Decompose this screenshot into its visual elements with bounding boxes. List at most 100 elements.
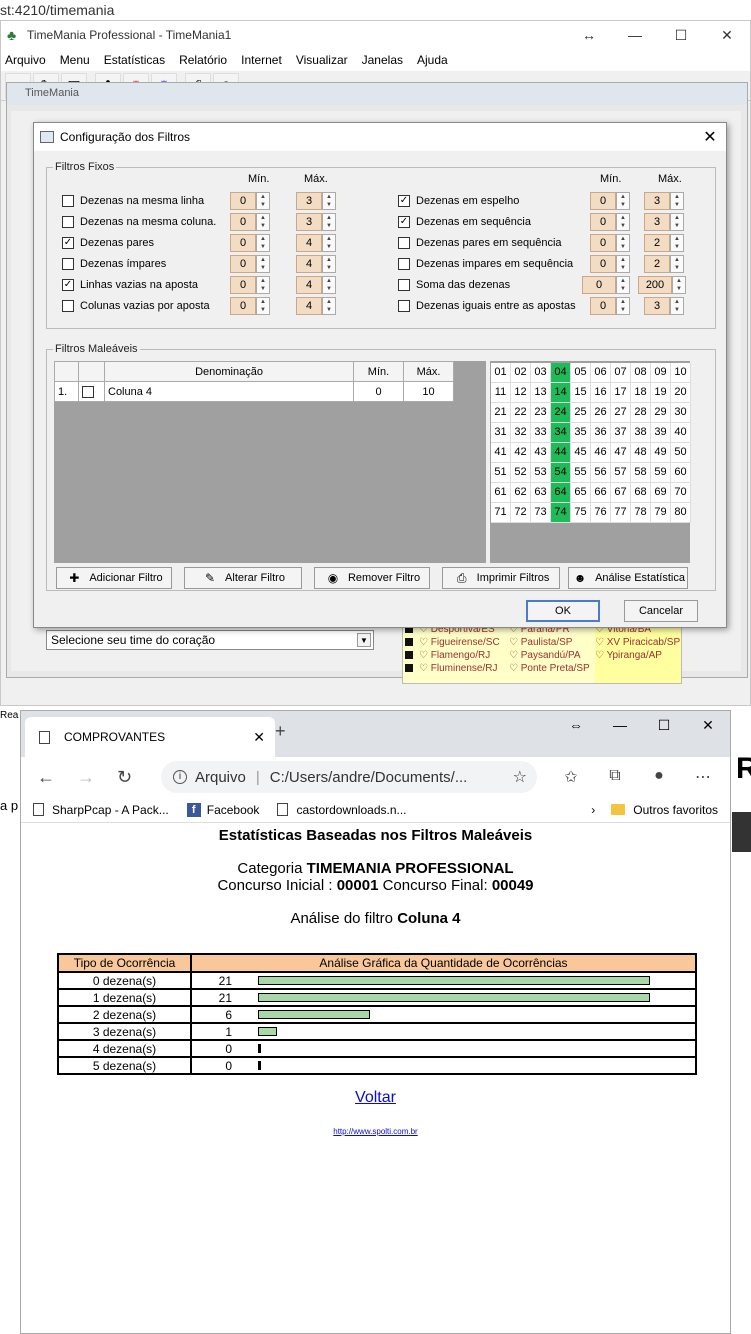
filter-min-stepper[interactable]: 0 ▲ ▼ [230,276,270,294]
stepper-value[interactable]: 3 [644,297,670,315]
menu-item[interactable]: Menu [60,53,90,67]
stepper-value[interactable]: 2 [644,234,670,252]
number-cell[interactable]: 49 [651,443,671,463]
number-cell[interactable]: 11 [491,383,511,403]
filter-max-stepper[interactable]: 4 ▲ ▼ [296,297,336,315]
arrow-down-icon[interactable]: ▼ [257,306,269,314]
filter-min-stepper[interactable]: 0 ▲ ▼ [230,255,270,273]
arrow-up-icon[interactable]: ▲ [257,193,269,201]
arrow-up-icon[interactable]: ▲ [671,256,683,264]
stepper-value[interactable]: 3 [296,192,322,210]
number-cell[interactable]: 05 [571,363,591,383]
team-item[interactable]: ♡ Ypiranga/AP [595,649,681,662]
number-cell[interactable]: 70 [671,483,691,503]
number-cell[interactable]: 35 [571,423,591,443]
filter-max-stepper[interactable]: 2 ▲ ▼ [644,234,684,252]
resize-icon[interactable]: ↔ [566,21,612,49]
stepper-value[interactable]: 0 [590,255,616,273]
number-cell[interactable]: 53 [531,463,551,483]
reload-icon[interactable]: ↻ [117,767,157,788]
number-cell[interactable]: 57 [611,463,631,483]
number-cell[interactable]: 14 [551,383,571,403]
filter-min-stepper[interactable]: 0 ▲ ▼ [230,234,270,252]
arrow-down-icon[interactable]: ▼ [617,243,629,251]
team-item[interactable]: ♡ Ponte Preta/SP [509,662,590,675]
filter-min-stepper[interactable]: 0 ▲ ▼ [590,297,630,315]
arrow-down-icon[interactable]: ▼ [257,201,269,209]
number-cell[interactable]: 02 [511,363,531,383]
add-filter-button[interactable]: ✚ Adicionar Filtro [56,567,172,589]
number-cell[interactable]: 17 [611,383,631,403]
minimize-button[interactable]: — [612,21,658,49]
arrow-up-icon[interactable]: ▲ [671,214,683,222]
arrow-down-icon[interactable]: ▼ [617,285,629,293]
arrow-down-icon[interactable]: ▼ [671,264,683,272]
stepper-value[interactable]: 3 [644,192,670,210]
arrow-down-icon[interactable]: ▼ [671,222,683,230]
number-cell[interactable]: 18 [631,383,651,403]
filter-min-stepper[interactable]: 0 ▲ ▼ [230,297,270,315]
number-cell[interactable]: 44 [551,443,571,463]
filter-row[interactable]: Dezenas pares em sequência [398,233,562,253]
arrow-down-icon[interactable]: ▼ [617,306,629,314]
arrow-down-icon[interactable]: ▼ [671,201,683,209]
maximize-button[interactable]: ☐ [658,21,704,49]
number-cell[interactable]: 22 [511,403,531,423]
number-cell[interactable]: 13 [531,383,551,403]
filter-checkbox[interactable] [62,216,74,228]
stepper-value[interactable]: 200 [638,276,672,294]
number-cell[interactable]: 24 [551,403,571,423]
number-cell[interactable]: 61 [491,483,511,503]
browser-maximize-button[interactable]: ☐ [642,711,686,739]
arrow-down-icon[interactable]: ▼ [323,222,335,230]
menu-item[interactable]: Relatório [179,53,227,67]
number-cell[interactable]: 65 [571,483,591,503]
filter-row[interactable]: Dezenas na mesma coluna. [62,212,216,232]
arrow-down-icon[interactable]: ▼ [323,306,335,314]
number-cell[interactable]: 52 [511,463,531,483]
number-cell[interactable]: 62 [511,483,531,503]
number-cell[interactable]: 33 [531,423,551,443]
arrow-down-icon[interactable]: ▼ [257,285,269,293]
stats-analysis-button[interactable]: ☻ Análise Estatística [568,567,688,589]
team-item[interactable]: ♡ Flamengo/RJ [405,649,500,662]
filter-max-stepper[interactable]: 4 ▲ ▼ [296,234,336,252]
arrow-up-icon[interactable]: ▲ [617,214,629,222]
dialog-close-icon[interactable]: ✕ [694,127,726,147]
number-cell[interactable]: 73 [531,503,551,523]
arrow-down-icon[interactable]: ▼ [257,264,269,272]
number-cell[interactable]: 78 [631,503,651,523]
filter-checkbox[interactable]: ✓ [398,195,410,207]
stepper-value[interactable]: 0 [230,234,256,252]
arrow-up-icon[interactable]: ▲ [257,214,269,222]
browser-close-button[interactable]: ✕ [686,711,730,739]
number-cell[interactable]: 09 [651,363,671,383]
filter-row[interactable]: Soma das dezenas [398,275,510,295]
number-cell[interactable]: 21 [491,403,511,423]
arrow-up-icon[interactable]: ▲ [673,277,685,285]
number-cell[interactable]: 39 [651,423,671,443]
number-cell[interactable]: 41 [491,443,511,463]
number-cell[interactable]: 37 [611,423,631,443]
stepper-value[interactable]: 0 [230,192,256,210]
filter-min-stepper[interactable]: 0 ▲ ▼ [230,213,270,231]
number-cell[interactable]: 60 [671,463,691,483]
number-cell[interactable]: 19 [651,383,671,403]
collections-icon[interactable]: ⧉ [593,767,637,787]
number-cell[interactable]: 38 [631,423,651,443]
stepper-value[interactable]: 0 [230,297,256,315]
number-cell[interactable]: 40 [671,423,691,443]
number-cell[interactable]: 20 [671,383,691,403]
filter-checkbox[interactable]: ✓ [62,237,74,249]
number-cell[interactable]: 54 [551,463,571,483]
other-favorites[interactable]: Outros favoritos [611,803,718,817]
team-select[interactable]: Selecione seu time do coração ▼ [46,630,374,650]
arrow-up-icon[interactable]: ▲ [323,298,335,306]
number-cell[interactable]: 36 [591,423,611,443]
number-cell[interactable]: 46 [591,443,611,463]
number-cell[interactable]: 07 [611,363,631,383]
number-cell[interactable]: 25 [571,403,591,423]
number-cell[interactable]: 68 [631,483,651,503]
number-cell[interactable]: 27 [611,403,631,423]
menu-item[interactable]: Ajuda [417,53,448,67]
